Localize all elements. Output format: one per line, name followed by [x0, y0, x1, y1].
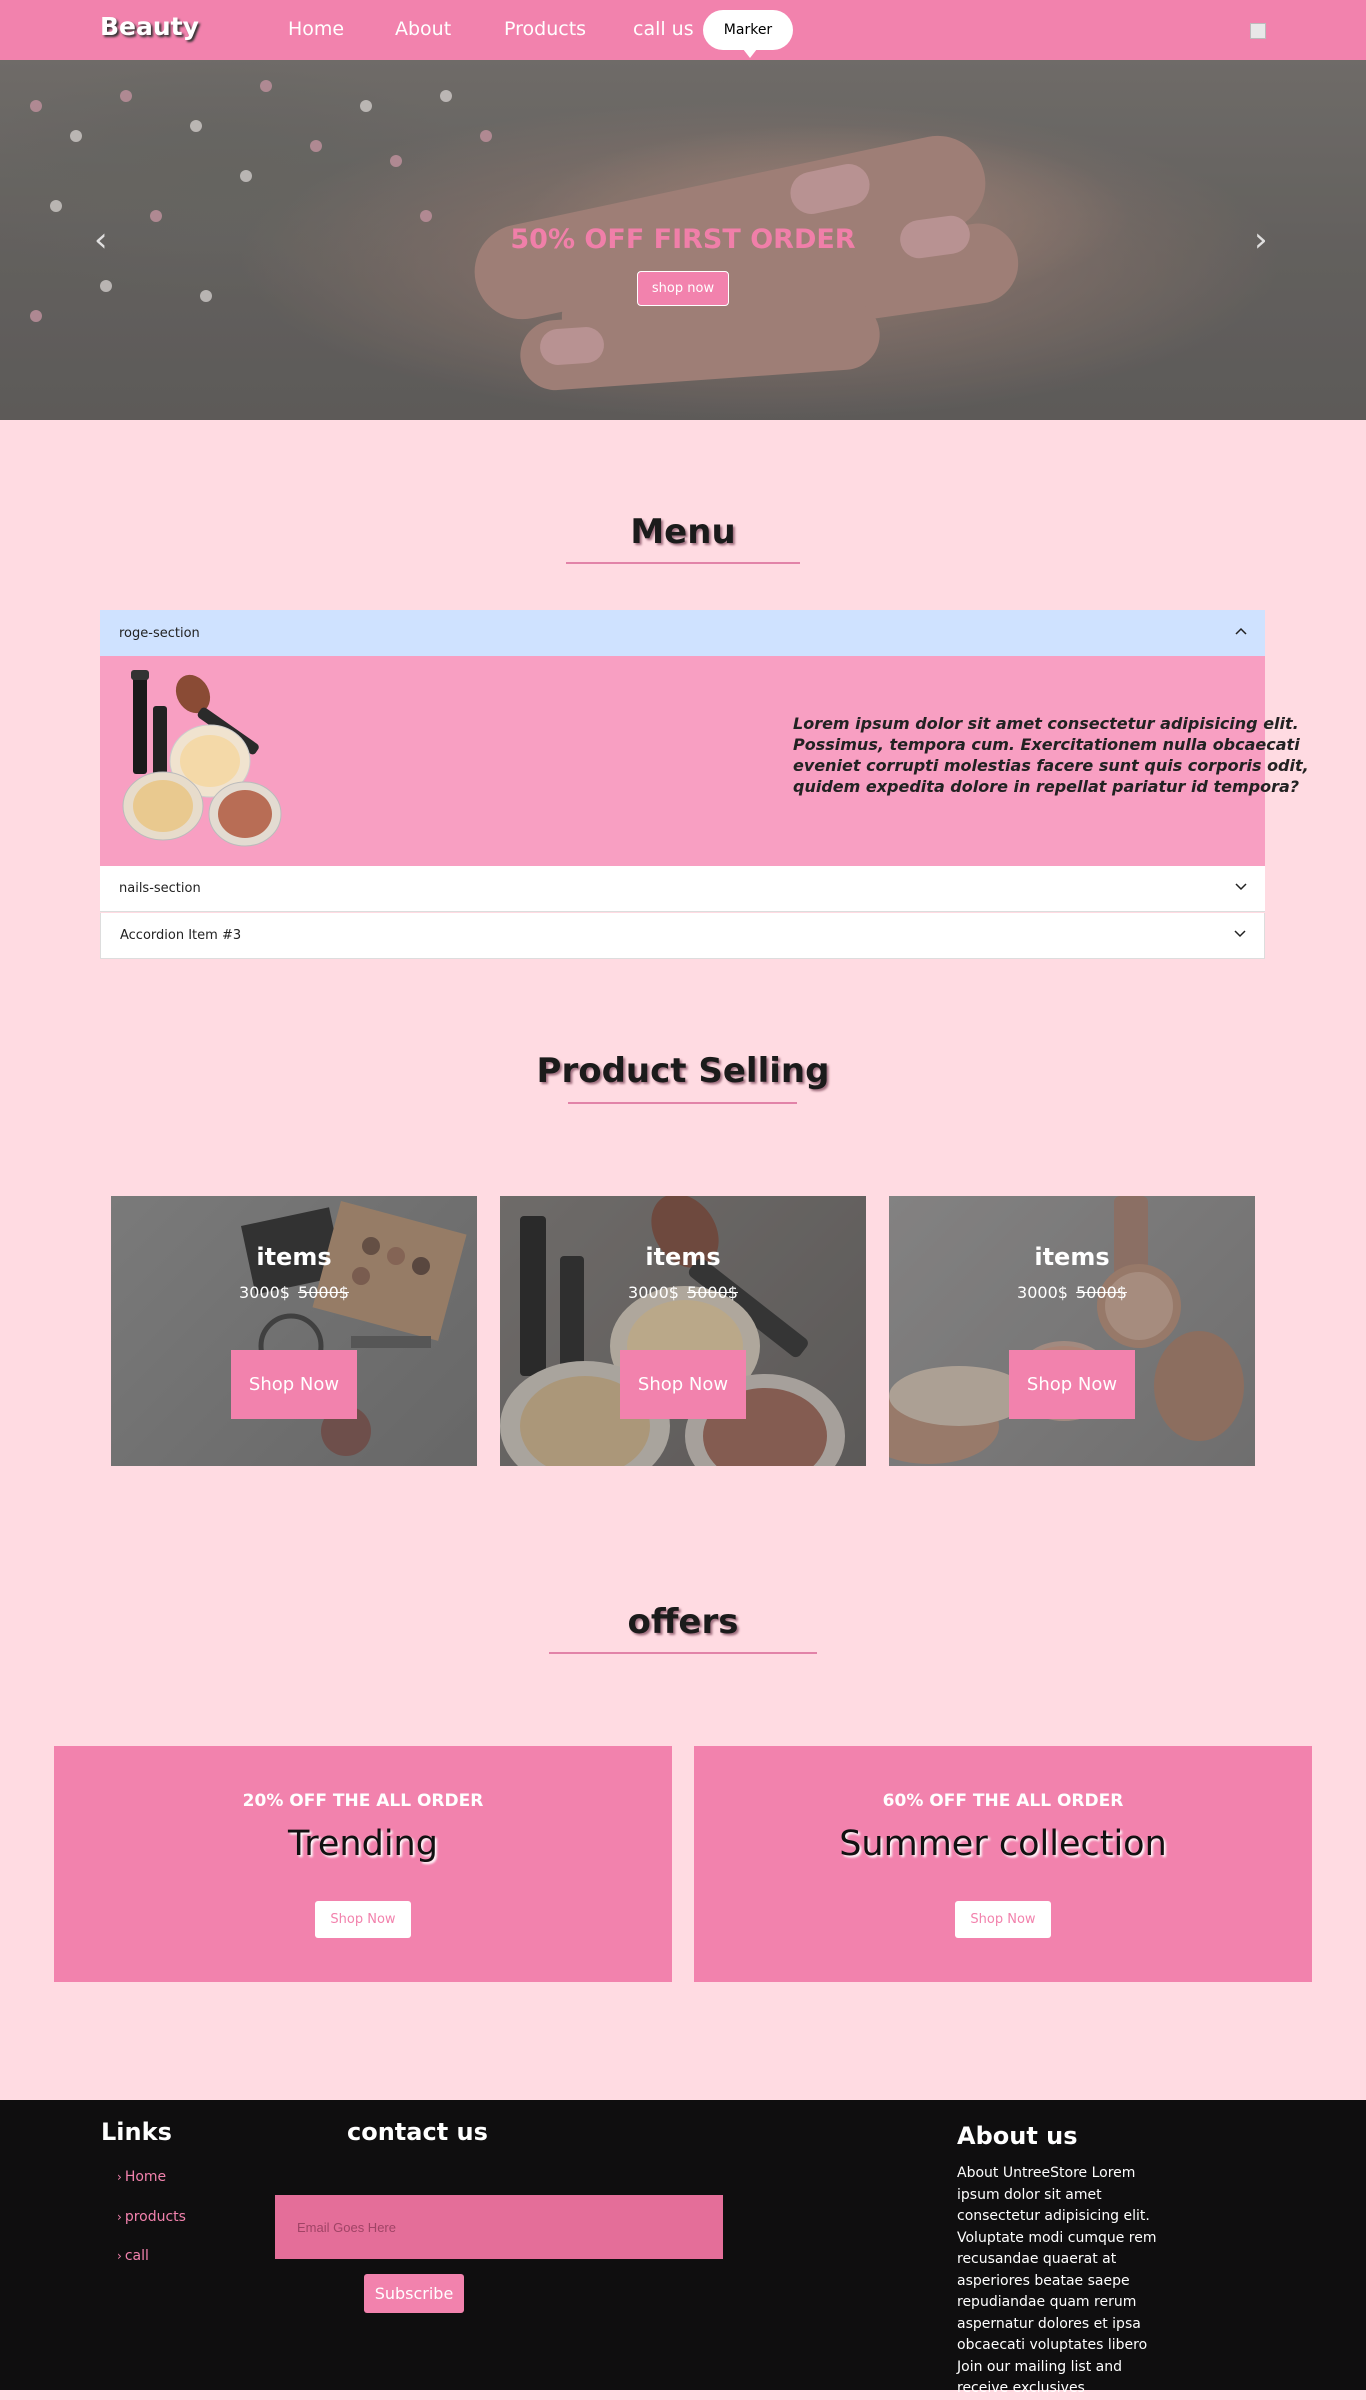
shop-now-button[interactable]: Shop Now — [1009, 1350, 1135, 1419]
product-card: items 3000$ 5000$ Shop Now — [500, 1196, 866, 1466]
email-field[interactable] — [275, 2195, 723, 2259]
footer-about-text: About UntreeStore Lorem ipsum dolor sit … — [957, 2165, 1157, 2396]
offer-discount-text: 60% OFF THE ALL ORDER — [882, 1791, 1124, 1811]
card-overlay — [111, 1196, 477, 1466]
accordion-header-roge-section[interactable]: roge-section — [100, 610, 1265, 656]
nav-link-call-us[interactable]: call us — [633, 18, 694, 40]
current-price: 3000$ — [1017, 1283, 1068, 1302]
top-navbar: Beauty Home About Products call us Marke… — [0, 0, 1366, 60]
product-selling-title: Product Selling — [536, 1051, 830, 1091]
footer-links-heading: Links — [101, 2118, 172, 2146]
card-title: items — [256, 1243, 332, 1271]
card-price: 3000$ 5000$ — [889, 1283, 1255, 1302]
old-price: 5000$ — [1076, 1283, 1127, 1302]
old-price: 5000$ — [687, 1283, 738, 1302]
chevron-down-icon — [1235, 883, 1247, 891]
footer-link-home[interactable]: Home — [117, 2169, 166, 2185]
card-title: items — [645, 1243, 721, 1271]
old-price: 5000$ — [298, 1283, 349, 1302]
card-price: 3000$ 5000$ — [111, 1283, 477, 1302]
chevron-up-icon — [1235, 627, 1247, 635]
subscribe-button[interactable]: Subscribe — [364, 2274, 464, 2313]
current-price: 3000$ — [239, 1283, 290, 1302]
card-overlay — [889, 1196, 1255, 1466]
card-price: 3000$ 5000$ — [500, 1283, 866, 1302]
hero-title: 50% OFF FIRST ORDER — [510, 224, 856, 255]
product-card: items 3000$ 5000$ Shop Now — [111, 1196, 477, 1466]
accordion-body-text: Lorem ipsum dolor sit amet consectetur a… — [793, 714, 1309, 796]
hero-carousel: ‹ › 50% OFF FIRST ORDER shop now — [0, 60, 1366, 420]
accordion-label: Accordion Item #3 — [120, 928, 242, 943]
product-card: items 3000$ 5000$ Shop Now — [889, 1196, 1255, 1466]
offer-title: Summer collection — [839, 1824, 1167, 1864]
footer: Links Home products call contact us Subs… — [0, 2100, 1366, 2396]
product-title-underline — [568, 1102, 797, 1104]
footer-about-heading: About us — [957, 2122, 1078, 2150]
accordion-header-item-3[interactable]: Accordion Item #3 — [100, 913, 1265, 959]
shop-now-button[interactable]: Shop Now — [231, 1350, 357, 1419]
hero-shop-now-button[interactable]: shop now — [637, 271, 729, 306]
menu-section-title: Menu — [630, 512, 736, 552]
accordion-label: roge-section — [119, 625, 200, 641]
offer-shop-now-button[interactable]: Shop Now — [315, 1901, 411, 1938]
offers-title: offers — [627, 1602, 739, 1642]
current-price: 3000$ — [628, 1283, 679, 1302]
marker-tooltip-button[interactable]: Marker — [703, 10, 793, 58]
offer-title: Trending — [288, 1824, 438, 1864]
accordion-label: nails-section — [119, 881, 201, 896]
footer-link-products[interactable]: products — [117, 2209, 186, 2225]
nav-link-home[interactable]: Home — [288, 18, 344, 40]
offer-card-summer: 60% OFF THE ALL ORDER Summer collection … — [694, 1746, 1312, 1982]
card-overlay — [500, 1196, 866, 1466]
offer-card-trending: 20% OFF THE ALL ORDER Trending Shop Now — [54, 1746, 672, 1982]
makeup-products-image — [122, 670, 282, 847]
shop-now-button[interactable]: Shop Now — [620, 1350, 746, 1419]
nav-link-about[interactable]: About — [395, 18, 451, 40]
nav-link-products[interactable]: Products — [504, 18, 586, 40]
offer-discount-text: 20% OFF THE ALL ORDER — [242, 1791, 484, 1811]
accordion-body-roge-section: Lorem ipsum dolor sit amet consectetur a… — [100, 656, 1309, 866]
offers-title-underline — [549, 1652, 817, 1654]
brand-logo[interactable]: Beauty — [100, 12, 199, 41]
menu-title-underline — [566, 562, 800, 564]
offer-shop-now-button[interactable]: Shop Now — [955, 1901, 1051, 1938]
chevron-down-icon — [1234, 930, 1246, 938]
footer-contact-heading: contact us — [347, 2118, 488, 2146]
broken-image-icon[interactable] — [1250, 23, 1266, 39]
footer-link-call[interactable]: call — [117, 2248, 149, 2264]
accordion-header-nails-section[interactable]: nails-section — [100, 866, 1265, 912]
card-title: items — [1034, 1243, 1110, 1271]
